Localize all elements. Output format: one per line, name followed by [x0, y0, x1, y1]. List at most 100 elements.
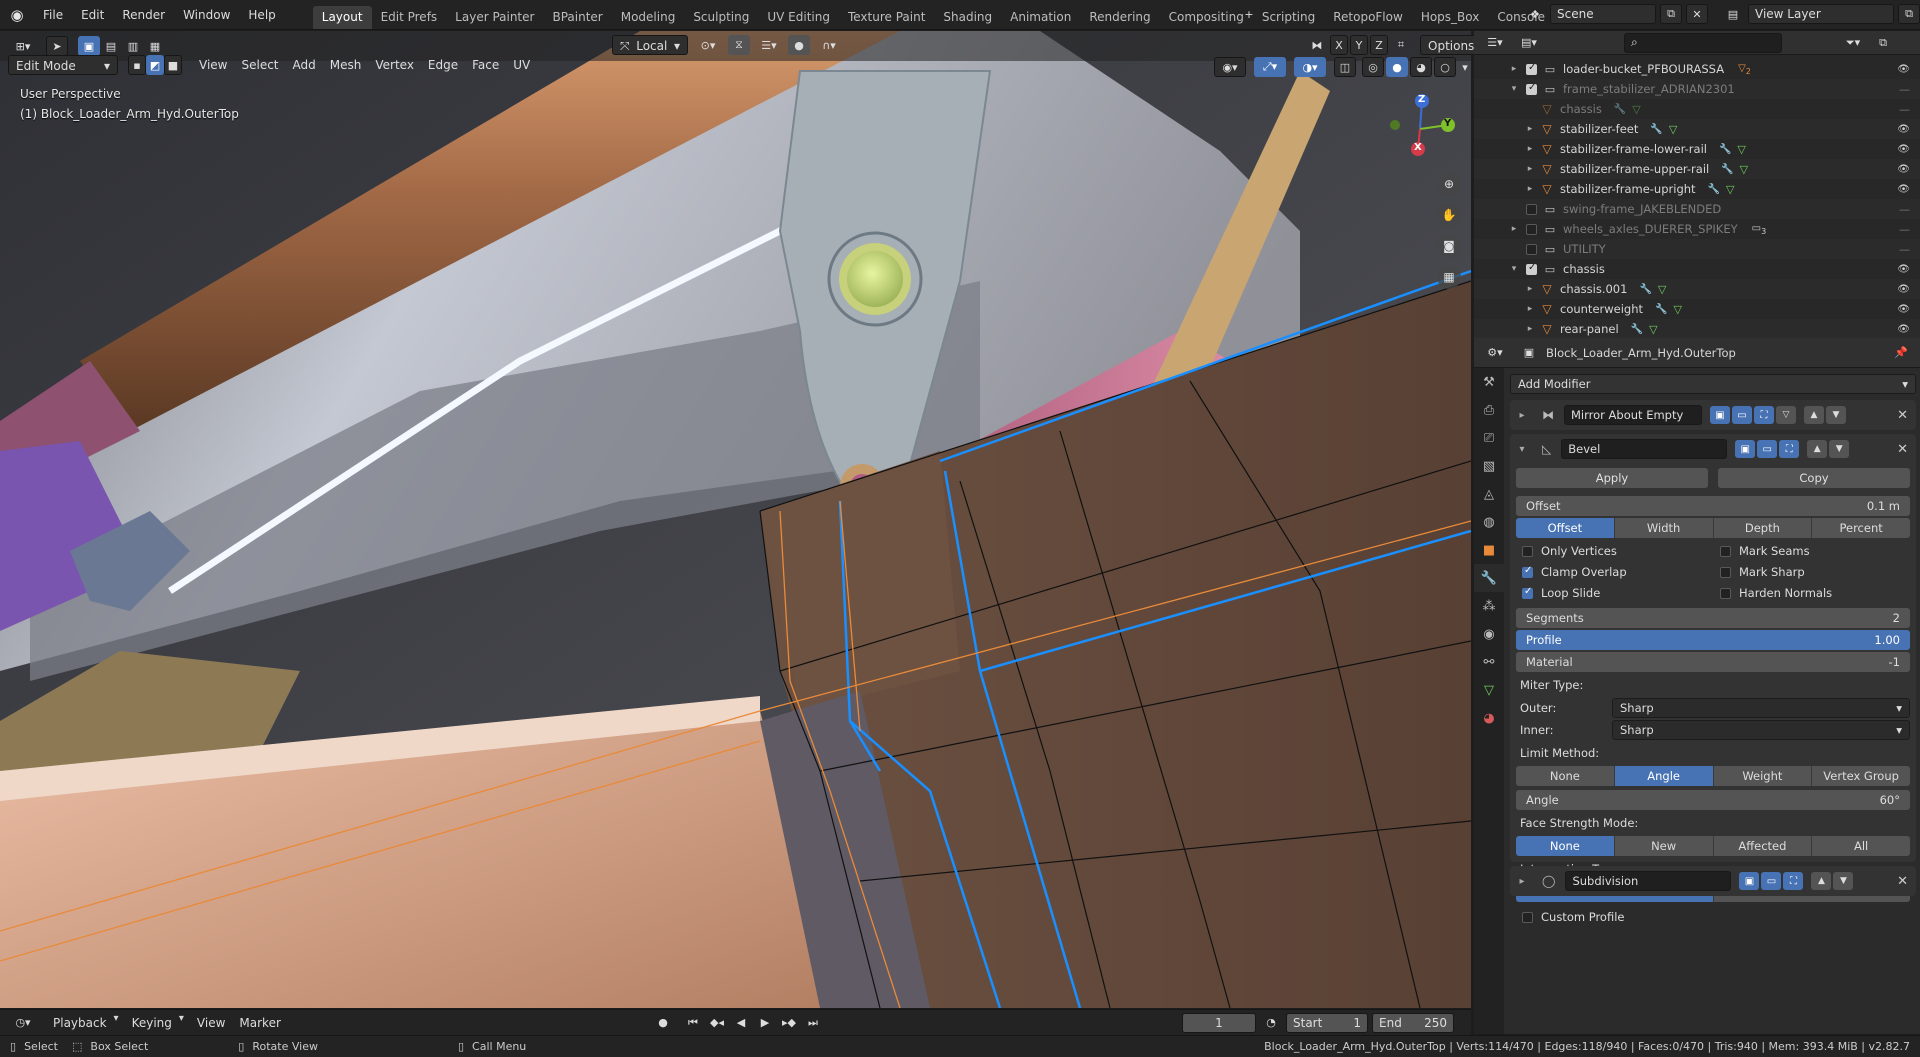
child-collections-icon[interactable]: ▭3 [1752, 223, 1767, 236]
pan-hand-icon[interactable]: ✋ [1437, 203, 1461, 227]
world-tab-icon[interactable]: ◍ [1474, 508, 1504, 536]
modifier-wrench-icon[interactable]: 🔧 [1614, 104, 1626, 115]
uv-sync-icon[interactable]: ⌗ [1390, 35, 1412, 55]
tab-bpainter[interactable]: BPainter [543, 6, 611, 29]
expand-arrow-icon[interactable]: ▸ [1508, 224, 1520, 234]
move-up-icon[interactable]: ▲ [1807, 440, 1828, 458]
mark-sharp-checkbox[interactable]: Mark Sharp [1720, 565, 1910, 579]
viewport-menu-select[interactable]: Select [234, 55, 285, 75]
outliner-collection-row[interactable]: ▾ ▭ chassis 👁 [1474, 259, 1920, 279]
timeline-menu-keying[interactable]: Keying [125, 1013, 179, 1033]
width-type-depth[interactable]: Depth [1713, 518, 1813, 538]
modifier-wrench-icon[interactable]: 🔧 [1631, 324, 1643, 335]
viewport-menu-vertex[interactable]: Vertex [368, 55, 421, 75]
subdivision-name-field[interactable]: Subdivision [1565, 871, 1732, 891]
apply-button[interactable]: Apply [1516, 468, 1708, 488]
next-keyframe-icon[interactable]: ▸◆ [778, 1013, 800, 1033]
tab-edit-prefs[interactable]: Edit Prefs [372, 6, 447, 29]
overlay-toggle-icon[interactable]: ◑▾ [1294, 57, 1326, 77]
axis-x-button[interactable]: X [1330, 35, 1348, 55]
profile-slider[interactable]: Profile 1.00 [1516, 630, 1910, 650]
checkbox-icon[interactable] [1526, 243, 1537, 255]
bevel-editmode-icon[interactable]: ▣ [1735, 440, 1756, 458]
current-frame-field[interactable]: 1 [1182, 1012, 1256, 1033]
eye-icon[interactable]: 👁 [1897, 304, 1910, 315]
prev-keyframe-icon[interactable]: ◆◂ [706, 1013, 728, 1033]
face-strength-all[interactable]: All [1812, 836, 1910, 856]
checkbox-icon[interactable] [1526, 223, 1537, 235]
outliner-collection-row[interactable]: ▸ ▭ loader-bucket_PFBOURASSA ▽2 👁 [1474, 59, 1920, 79]
viewport-menu-edge[interactable]: Edge [421, 55, 465, 75]
outliner-object-row[interactable]: ▸ ▽ stabilizer-frame-lower-rail 🔧 ▽ 👁 [1474, 139, 1920, 159]
solid-shading-icon[interactable]: ● [1386, 57, 1408, 77]
vertex-select-icon[interactable]: ▪ [128, 55, 146, 75]
limit-method-none[interactable]: None [1516, 766, 1615, 786]
mesh-data-icon[interactable]: ▽ [1740, 163, 1748, 176]
end-frame-field[interactable]: End 250 [1372, 1012, 1454, 1033]
clock-icon[interactable]: ◔ [1260, 1013, 1282, 1033]
physics-tab-icon[interactable]: ◉ [1474, 620, 1504, 648]
outliner-object-row[interactable]: ▸ ▽ rear-panel 🔧 ▽ 👁 [1474, 319, 1920, 339]
outliner-search-input[interactable]: ⌕ [1624, 32, 1782, 53]
inner-miter-dropdown[interactable]: Sharp ▾ [1612, 720, 1910, 740]
face-select-icon[interactable]: ■ [164, 55, 182, 75]
checkbox-checked-icon[interactable] [1526, 62, 1537, 75]
select-mode-subtract-icon[interactable]: ▥ [122, 36, 144, 56]
mirror-name-field[interactable]: Mirror About Empty [1564, 405, 1702, 425]
material-field[interactable]: Material -1 [1516, 652, 1910, 672]
mesh-data-icon[interactable]: ▽ [1669, 123, 1677, 136]
width-type-offset[interactable]: Offset [1516, 518, 1615, 538]
collapse-arrow-icon[interactable]: ▾ [1516, 444, 1528, 455]
outliner-collection-row[interactable]: ▾ ▭ frame_stabilizer_ADRIAN2301 — [1474, 79, 1920, 99]
eye-closed-icon[interactable]: — [1899, 103, 1910, 116]
subdivision-render-icon[interactable]: ⛶ [1783, 872, 1804, 890]
mirror-cage-icon[interactable]: ▽ [1776, 406, 1796, 424]
scene-field[interactable]: Scene [1550, 4, 1656, 24]
expand-arrow-icon[interactable]: ▸ [1524, 124, 1536, 134]
tab-rendering[interactable]: Rendering [1080, 6, 1159, 29]
axis-y-button[interactable]: Y [1350, 35, 1368, 55]
pin-icon[interactable]: 📌 [1890, 343, 1912, 363]
checkbox-icon[interactable] [1526, 203, 1537, 215]
limit-method-vertex-group[interactable]: Vertex Group [1812, 766, 1910, 786]
modifier-wrench-icon[interactable]: 🔧 [1639, 284, 1651, 295]
loop-slide-checkbox[interactable]: Loop Slide [1522, 586, 1712, 600]
material-tab-icon[interactable]: ◕ [1474, 704, 1504, 732]
mesh-data-icon[interactable]: ▽ [1673, 303, 1681, 316]
blender-logo-icon[interactable]: ◉ [0, 0, 34, 30]
select-tool-icon[interactable]: ➤ [46, 36, 68, 56]
gizmo-toggle-icon[interactable]: ⤢▾ [1254, 57, 1286, 77]
menu-help[interactable]: Help [239, 4, 284, 26]
xray-icon[interactable]: ◫ [1334, 57, 1356, 77]
ortho-grid-icon[interactable]: ▦ [1437, 265, 1461, 289]
tab-layer-painter[interactable]: Layer Painter [446, 6, 543, 29]
new-collection-icon[interactable]: ⧉ [1872, 33, 1894, 53]
proportional-edit-icon[interactable]: ● [788, 35, 810, 55]
eye-icon[interactable]: 👁 [1897, 144, 1910, 155]
display-mode-icon[interactable]: ▤▾ [1514, 33, 1544, 53]
mesh-data-icon[interactable]: ▽ [1649, 323, 1657, 336]
outliner-collection-row[interactable]: ▸ ▭ wheels_axles_DUERER_SPIKEY ▭3— [1474, 219, 1920, 239]
object-data-tab-icon[interactable]: ▽ [1474, 676, 1504, 704]
expand-arrow-icon[interactable]: ▾ [1508, 84, 1520, 94]
tab-modeling[interactable]: Modeling [612, 6, 685, 29]
outliner-object-row[interactable]: ▸ ▽ counterweight 🔧 ▽ 👁 [1474, 299, 1920, 319]
output-tab-icon[interactable]: ⎚ [1474, 424, 1504, 452]
limit-method-angle[interactable]: Angle [1614, 766, 1714, 786]
new-scene-icon[interactable]: ⧉ [1660, 4, 1682, 24]
options-dropdown[interactable]: Options▾ [1420, 35, 1480, 55]
expand-arrow-icon[interactable]: ▸ [1516, 876, 1528, 887]
eye-closed-icon[interactable]: — [1899, 223, 1910, 236]
timeline-menu-marker[interactable]: Marker [232, 1013, 287, 1033]
snap-target-icon[interactable]: ☰▾ [754, 35, 784, 55]
tab-scripting[interactable]: Scripting [1253, 6, 1324, 29]
visibility-icon[interactable]: ◉▾ [1214, 57, 1246, 77]
edge-select-icon[interactable]: ◩ [146, 55, 164, 75]
scene-icon[interactable]: ❖ [1524, 4, 1546, 24]
width-type-percent[interactable]: Percent [1812, 518, 1910, 538]
timeline-editor-icon[interactable]: ◷▾ [8, 1013, 38, 1033]
jump-end-icon[interactable]: ⏭ [802, 1013, 824, 1033]
timeline-menu-playback[interactable]: Playback [46, 1013, 114, 1033]
record-icon[interactable]: ● [652, 1013, 674, 1033]
bevel-render-icon[interactable]: ⛶ [1779, 440, 1800, 458]
